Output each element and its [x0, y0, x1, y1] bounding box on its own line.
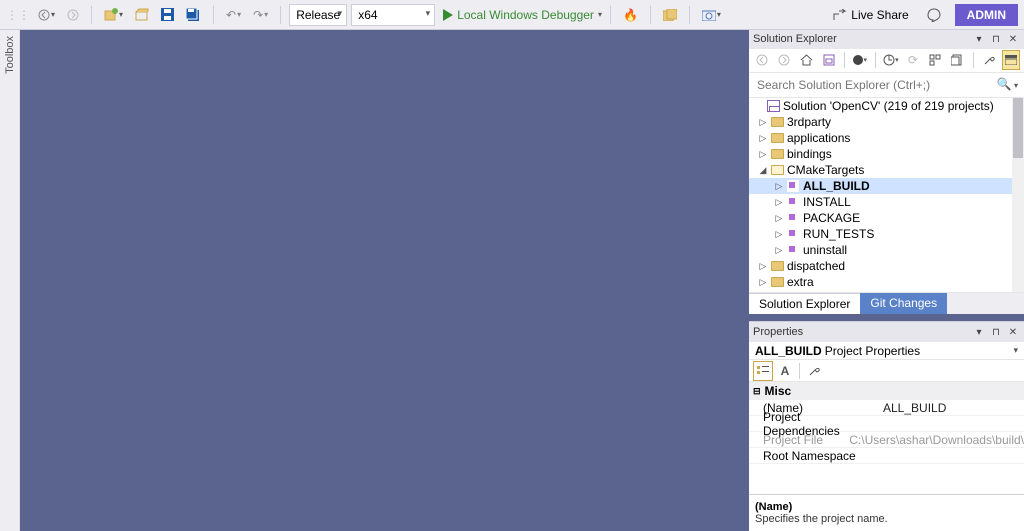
live-share-button[interactable]: Live Share — [829, 4, 912, 26]
se-back-button[interactable] — [753, 50, 771, 70]
se-sync-button[interactable]: ▾ — [882, 50, 900, 70]
configuration-value: Release — [296, 8, 340, 22]
solution-explorer-toolbar: ▾ ▾ ⟳ — [749, 49, 1024, 73]
tree-node[interactable]: ▷applications — [749, 130, 1012, 146]
open-file-button[interactable] — [131, 4, 153, 26]
properties-description: (Name) Specifies the project name. — [749, 494, 1024, 531]
save-button[interactable] — [157, 4, 178, 26]
project-icon — [787, 196, 799, 208]
configuration-dropdown[interactable]: Release — [289, 4, 347, 26]
files-button[interactable] — [659, 4, 681, 26]
tree-node[interactable]: ▷bindings — [749, 146, 1012, 162]
prop-row-namespace[interactable]: Root Namespace — [749, 448, 1024, 464]
nav-back-button[interactable]: ▾ — [34, 4, 59, 26]
toolbox-label: Toolbox — [4, 36, 16, 74]
tree-node-cmaketargets[interactable]: ◢CMakeTargets — [749, 162, 1012, 178]
new-project-button[interactable]: ▾ — [100, 4, 127, 26]
properties-object-name: ALL_BUILD — [755, 344, 822, 358]
se-refresh-button[interactable]: ⟳ — [904, 50, 922, 70]
platform-value: x64 — [358, 8, 377, 22]
save-all-button[interactable] — [182, 4, 205, 26]
solution-explorer-search: 🔍 ▾ — [749, 73, 1024, 98]
prop-alphabetical-button[interactable]: A — [775, 361, 795, 381]
se-collapse-button[interactable] — [926, 50, 944, 70]
panel-close-icon[interactable]: ✕ — [1006, 34, 1020, 45]
search-icon[interactable]: 🔍 ▾ — [997, 77, 1018, 91]
prop-desc-name: (Name) — [755, 501, 1018, 513]
tree-node[interactable]: ▷extra — [749, 274, 1012, 290]
undo-button[interactable]: ↶▾ — [222, 4, 245, 26]
folder-icon — [771, 261, 784, 271]
main-toolbar: ⋮⋮ ▾ ▾ ↶▾ ↷▾ Release x64 Local Windows D… — [0, 0, 1024, 30]
tree-node[interactable]: ▷modules — [749, 290, 1012, 293]
tab-git-changes[interactable]: Git Changes — [860, 293, 947, 314]
admin-badge[interactable]: ADMIN — [955, 4, 1018, 26]
properties-toolbar: A — [749, 360, 1024, 382]
prop-categorized-button[interactable] — [753, 361, 773, 381]
panel-close-icon[interactable]: ✕ — [1006, 327, 1020, 338]
tree-node[interactable]: ▷3rdparty — [749, 114, 1012, 130]
solution-explorer-header: Solution Explorer ▾ ⊓ ✕ — [749, 30, 1024, 49]
toolbox-tab[interactable]: Toolbox — [0, 30, 20, 531]
redo-button[interactable]: ↷▾ — [249, 4, 272, 26]
properties-header: Properties ▾ ⊓ ✕ — [749, 322, 1024, 342]
se-switch-views-button[interactable] — [820, 50, 838, 70]
play-icon — [443, 9, 453, 21]
panel-menu-icon[interactable]: ▾ — [972, 327, 986, 338]
prop-row-dependencies[interactable]: Project Dependencies — [749, 416, 1024, 432]
camera-button[interactable]: ▾ — [698, 4, 725, 26]
folder-icon — [771, 133, 784, 143]
folder-open-icon — [771, 165, 784, 175]
se-filter-button[interactable]: ▾ — [851, 50, 869, 70]
tree-node[interactable]: ▷PACKAGE — [749, 210, 1012, 226]
drag-grip-icon: ⋮⋮ — [6, 8, 30, 22]
tree-node[interactable]: ▷INSTALL — [749, 194, 1012, 210]
se-properties-button[interactable] — [979, 50, 997, 70]
feedback-button[interactable] — [923, 4, 945, 26]
search-input[interactable] — [749, 73, 1024, 97]
panel-splitter[interactable] — [749, 314, 1024, 321]
prop-category-misc[interactable]: ⊟Misc — [749, 382, 1024, 400]
tree-node[interactable]: ▷uninstall — [749, 242, 1012, 258]
project-icon — [787, 180, 799, 192]
tree-scrollbar[interactable] — [1012, 98, 1024, 292]
se-preview-button[interactable] — [1002, 50, 1020, 70]
right-panel-tabs: Solution Explorer Git Changes — [749, 293, 1024, 314]
prop-row-projectfile[interactable]: Project FileC:\Users\ashar\Downloads\bui… — [749, 432, 1024, 448]
platform-dropdown[interactable]: x64 — [351, 4, 435, 26]
solution-tree: ▸Solution 'OpenCV' (219 of 219 projects)… — [749, 98, 1024, 293]
panel-pin-icon[interactable]: ⊓ — [989, 327, 1003, 338]
properties-object-kind: Project Properties — [825, 344, 920, 358]
debug-target-label: Local Windows Debugger — [457, 8, 594, 22]
project-icon — [787, 244, 799, 256]
panel-pin-icon[interactable]: ⊓ — [989, 34, 1003, 45]
tree-node[interactable]: ▷dispatched — [749, 258, 1012, 274]
tree-node[interactable]: ▷RUN_TESTS — [749, 226, 1012, 242]
properties-title: Properties — [753, 326, 969, 338]
fire-event-button[interactable]: 🔥 — [619, 4, 642, 26]
panel-menu-icon[interactable]: ▾ — [972, 34, 986, 45]
nav-forward-button[interactable] — [63, 4, 83, 26]
folder-icon — [771, 117, 784, 127]
solution-icon — [767, 100, 780, 112]
properties-grid: ⊟Misc (Name)ALL_BUILD Project Dependenci… — [749, 382, 1024, 464]
editor-area — [20, 30, 749, 531]
se-show-all-button[interactable] — [948, 50, 966, 70]
project-icon — [787, 228, 799, 240]
live-share-label: Live Share — [851, 8, 908, 22]
solution-explorer-title: Solution Explorer — [753, 33, 969, 45]
prop-wrench-button[interactable] — [804, 361, 824, 381]
folder-icon — [771, 277, 784, 287]
folder-icon — [771, 149, 784, 159]
se-home-button[interactable] — [797, 50, 815, 70]
start-debugging-button[interactable]: Local Windows Debugger ▾ — [443, 8, 602, 22]
tab-solution-explorer[interactable]: Solution Explorer — [749, 293, 860, 314]
project-icon — [787, 212, 799, 224]
se-forward-button[interactable] — [775, 50, 793, 70]
properties-object-selector[interactable]: ALL_BUILD Project Properties ▾ — [749, 342, 1024, 360]
share-icon — [833, 9, 847, 21]
tree-node-allbuild[interactable]: ▷ALL_BUILD — [749, 178, 1012, 194]
solution-root-node[interactable]: ▸Solution 'OpenCV' (219 of 219 projects) — [749, 98, 1012, 114]
prop-desc-text: Specifies the project name. — [755, 513, 1018, 525]
